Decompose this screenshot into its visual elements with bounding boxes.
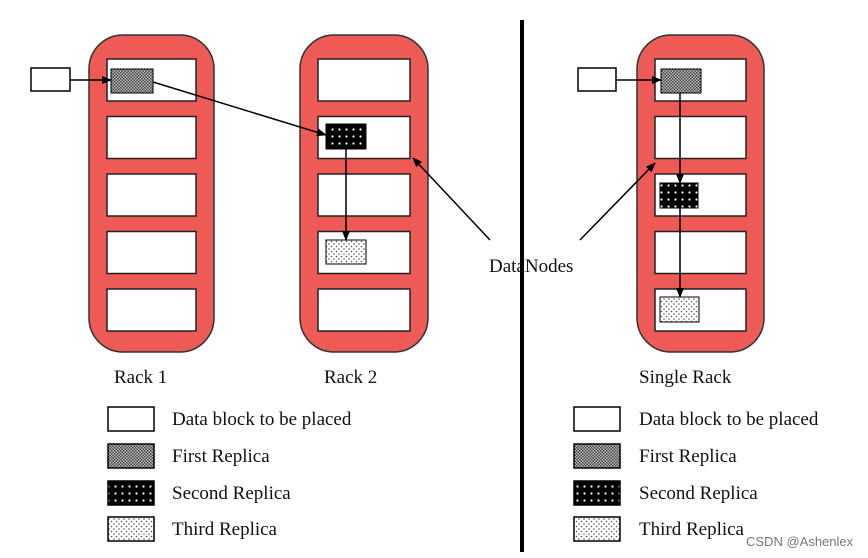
legend-swatch <box>107 406 155 432</box>
datanode-slot <box>106 115 197 160</box>
rack-label: Rack 2 <box>324 367 377 388</box>
first-replica-rack1 <box>110 68 154 94</box>
datanode-slot <box>106 288 197 332</box>
legend-label: First Replica <box>172 446 270 467</box>
datanode-slot <box>317 288 411 332</box>
legend-label: Data block to be placed <box>172 409 352 430</box>
watermark: CSDN @Ashenlex <box>746 534 854 549</box>
legend-label: Third Replica <box>172 519 278 540</box>
second-replica-rack2 <box>325 123 367 150</box>
datanode-slot <box>317 173 411 217</box>
callout-label: DataNodes <box>489 256 573 277</box>
second-replica-single <box>659 182 699 209</box>
input-block-right <box>577 67 617 92</box>
legend-label: First Replica <box>639 446 737 467</box>
legend-swatch <box>573 480 621 506</box>
legend-swatch <box>107 516 155 542</box>
legend-label: Second Replica <box>639 483 758 504</box>
datanode-slot <box>106 230 197 275</box>
rack-label: Single Rack <box>639 367 732 388</box>
legend-swatch <box>107 480 155 506</box>
datanode-slot <box>654 230 747 275</box>
legend-label: Second Replica <box>172 483 291 504</box>
legend-label: Data block to be placed <box>639 409 819 430</box>
legend-swatch <box>573 516 621 542</box>
first-replica-single <box>660 68 702 94</box>
replica-placement-diagram: DataNodes Rack 1 Rack 2 Single Rack Data… <box>0 0 868 558</box>
legend-label: Third Replica <box>639 519 745 540</box>
rack-label: Rack 1 <box>114 367 167 388</box>
third-replica-rack2 <box>325 239 367 265</box>
input-block-left <box>30 67 71 92</box>
datanode-slot <box>654 115 747 160</box>
legend-swatch <box>107 443 155 469</box>
datanode-slot <box>317 58 411 102</box>
third-replica-single <box>659 296 700 323</box>
legend-swatch <box>573 443 621 469</box>
legend-swatch <box>573 406 621 432</box>
datanode-slot <box>106 173 197 217</box>
